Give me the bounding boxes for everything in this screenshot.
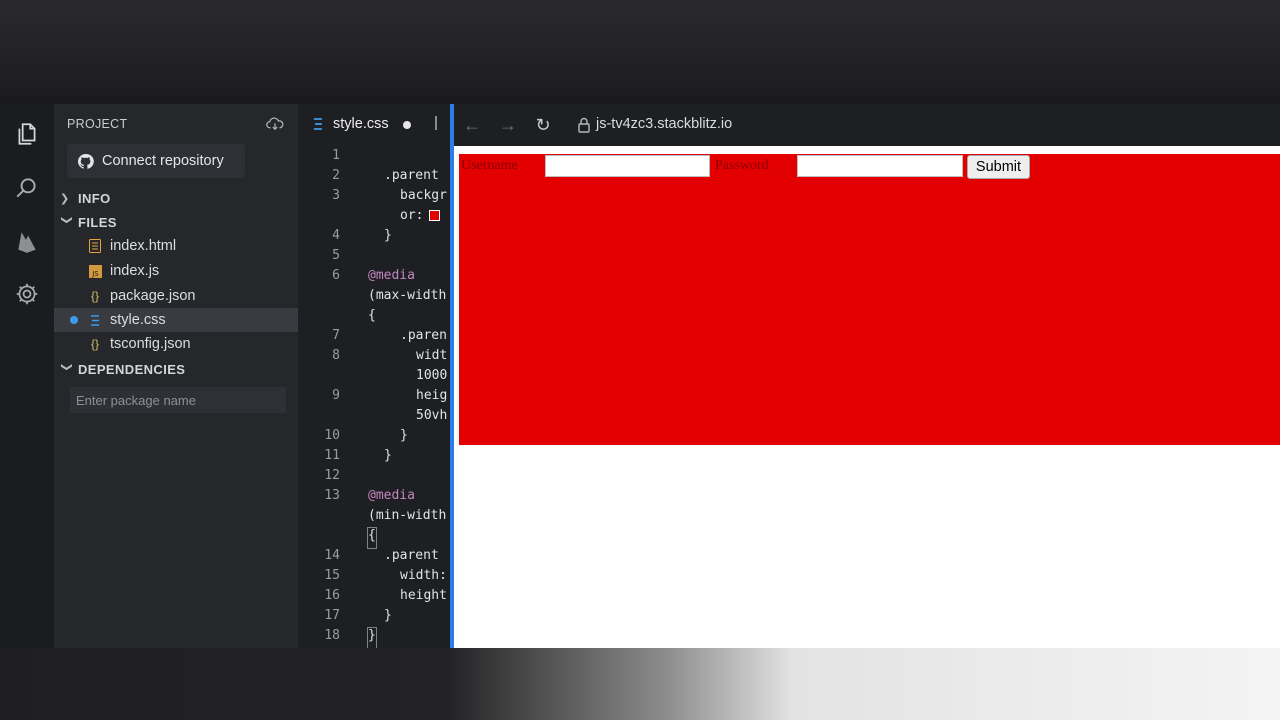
code-token: or:	[400, 208, 424, 223]
line-number: 15	[324, 568, 340, 583]
json-file-icon: {}	[90, 337, 99, 351]
code-line: 1000	[416, 368, 448, 383]
line-number: 10	[324, 428, 340, 443]
line-number: 13	[324, 488, 340, 503]
chevron-right-icon: ❯	[60, 192, 70, 205]
code-line: @media	[368, 488, 415, 503]
connect-repository-label: Connect repository	[102, 153, 224, 169]
firebase-icon[interactable]	[13, 228, 41, 256]
line-number: 11	[324, 448, 340, 463]
username-label: Username	[461, 158, 518, 173]
code-line: {	[368, 308, 376, 323]
file-item-style-css[interactable]: style.css	[54, 308, 298, 332]
code-line: .parent	[384, 168, 439, 183]
editor-tab-style-css[interactable]: style.css	[298, 104, 450, 146]
explorer-icon[interactable]	[13, 120, 41, 148]
code-line: .parent	[384, 548, 439, 563]
chevron-down-icon: ❯	[60, 215, 73, 225]
file-item-tsconfig-json[interactable]: {} tsconfig.json	[54, 332, 298, 356]
back-arrow-icon[interactable]: ←	[461, 114, 483, 136]
file-item-package-json[interactable]: {} package.json	[54, 284, 298, 308]
chevron-down-icon: ❯	[60, 362, 73, 372]
line-number: 16	[324, 588, 340, 603]
connect-repository-button[interactable]: Connect repository	[67, 144, 245, 178]
section-dependencies-label: DEPENDENCIES	[78, 361, 186, 377]
preview-page: Username Password Submit	[454, 146, 1280, 648]
line-number: 4	[332, 228, 340, 243]
tab-divider	[435, 116, 437, 130]
forward-arrow-icon[interactable]: →	[497, 114, 519, 136]
code-line-with-swatch: or:	[400, 208, 441, 228]
section-dependencies[interactable]: ❯ DEPENDENCIES	[54, 357, 298, 381]
search-icon[interactable]	[13, 174, 41, 202]
section-files[interactable]: ❯ FILES	[54, 210, 298, 234]
line-number: 2	[332, 168, 340, 183]
line-number: 6	[332, 268, 340, 283]
lock-icon	[578, 117, 590, 133]
password-input[interactable]	[797, 155, 963, 177]
code-line: .paren	[400, 328, 447, 343]
project-sidebar: PROJECT Connect repository ❯ INFO ❯ FILE…	[54, 104, 298, 648]
stackblitz-ide: PROJECT Connect repository ❯ INFO ❯ FILE…	[0, 104, 1280, 648]
project-title: PROJECT	[67, 117, 128, 131]
line-number: 14	[324, 548, 340, 563]
code-line-bracket-match: }	[367, 627, 377, 648]
code-line: }	[400, 428, 408, 443]
code-line: width:	[400, 568, 447, 583]
css-file-icon	[88, 312, 102, 328]
color-swatch[interactable]	[429, 210, 441, 221]
code-line: heig	[416, 388, 448, 403]
svg-text:JS: JS	[91, 270, 99, 278]
code-editor[interactable]: style.css 1 2 3 4 5 6 7 8 9 10 11 12 13 …	[298, 104, 450, 648]
line-number: 3	[332, 188, 340, 203]
json-file-icon: {}	[90, 289, 99, 303]
section-info-label: INFO	[78, 190, 111, 206]
password-label: Password	[715, 158, 769, 173]
cloud-download-icon[interactable]	[266, 116, 284, 132]
line-number: 8	[332, 348, 340, 363]
js-file-icon: JS	[88, 263, 102, 279]
line-number: 12	[324, 468, 340, 483]
package-name-input[interactable]	[70, 387, 286, 413]
reload-icon[interactable]: ↻	[532, 114, 554, 136]
code-line: }	[384, 608, 392, 623]
activity-bar	[0, 104, 54, 648]
github-icon	[77, 153, 94, 169]
section-files-label: FILES	[78, 214, 117, 230]
code-line: }	[384, 448, 392, 463]
background-top	[0, 0, 1280, 104]
code-line: widt	[416, 348, 448, 363]
line-number: 18	[324, 628, 340, 643]
browser-preview: ← → ↻ js-tv4zc3.stackblitz.io Username P…	[454, 104, 1280, 648]
background-bottom	[0, 648, 1280, 720]
code-line: (max-width	[368, 288, 447, 303]
html-file-icon	[88, 238, 102, 254]
code-line: backgr	[400, 188, 447, 203]
submit-button[interactable]: Submit	[967, 155, 1030, 179]
file-item-index-html[interactable]: index.html	[54, 234, 298, 258]
preview-url-text[interactable]: js-tv4zc3.stackblitz.io	[596, 116, 732, 132]
line-number: 9	[332, 388, 340, 403]
unsaved-dot-icon	[403, 121, 411, 129]
line-number: 7	[332, 328, 340, 343]
preview-url-bar: ← → ↻ js-tv4zc3.stackblitz.io	[454, 104, 1280, 146]
css-file-icon	[314, 118, 322, 130]
code-line: @media	[368, 268, 415, 283]
parent-container: Username Password Submit	[459, 154, 1280, 445]
code-line: 50vh	[416, 408, 448, 423]
unsaved-dot-icon	[70, 316, 78, 324]
section-info[interactable]: ❯ INFO	[54, 186, 298, 210]
username-input[interactable]	[545, 155, 710, 177]
code-line-bracket-match: {	[367, 527, 377, 549]
line-number: 1	[332, 148, 340, 163]
line-number: 5	[332, 248, 340, 263]
file-item-index-js[interactable]: JS index.js	[54, 259, 298, 283]
settings-gear-icon[interactable]	[13, 280, 41, 308]
code-line: (min-width	[368, 508, 447, 523]
code-line: height	[400, 588, 447, 603]
editor-tab-label: style.css	[333, 116, 389, 132]
code-line: }	[384, 228, 392, 243]
line-number: 17	[324, 608, 340, 623]
